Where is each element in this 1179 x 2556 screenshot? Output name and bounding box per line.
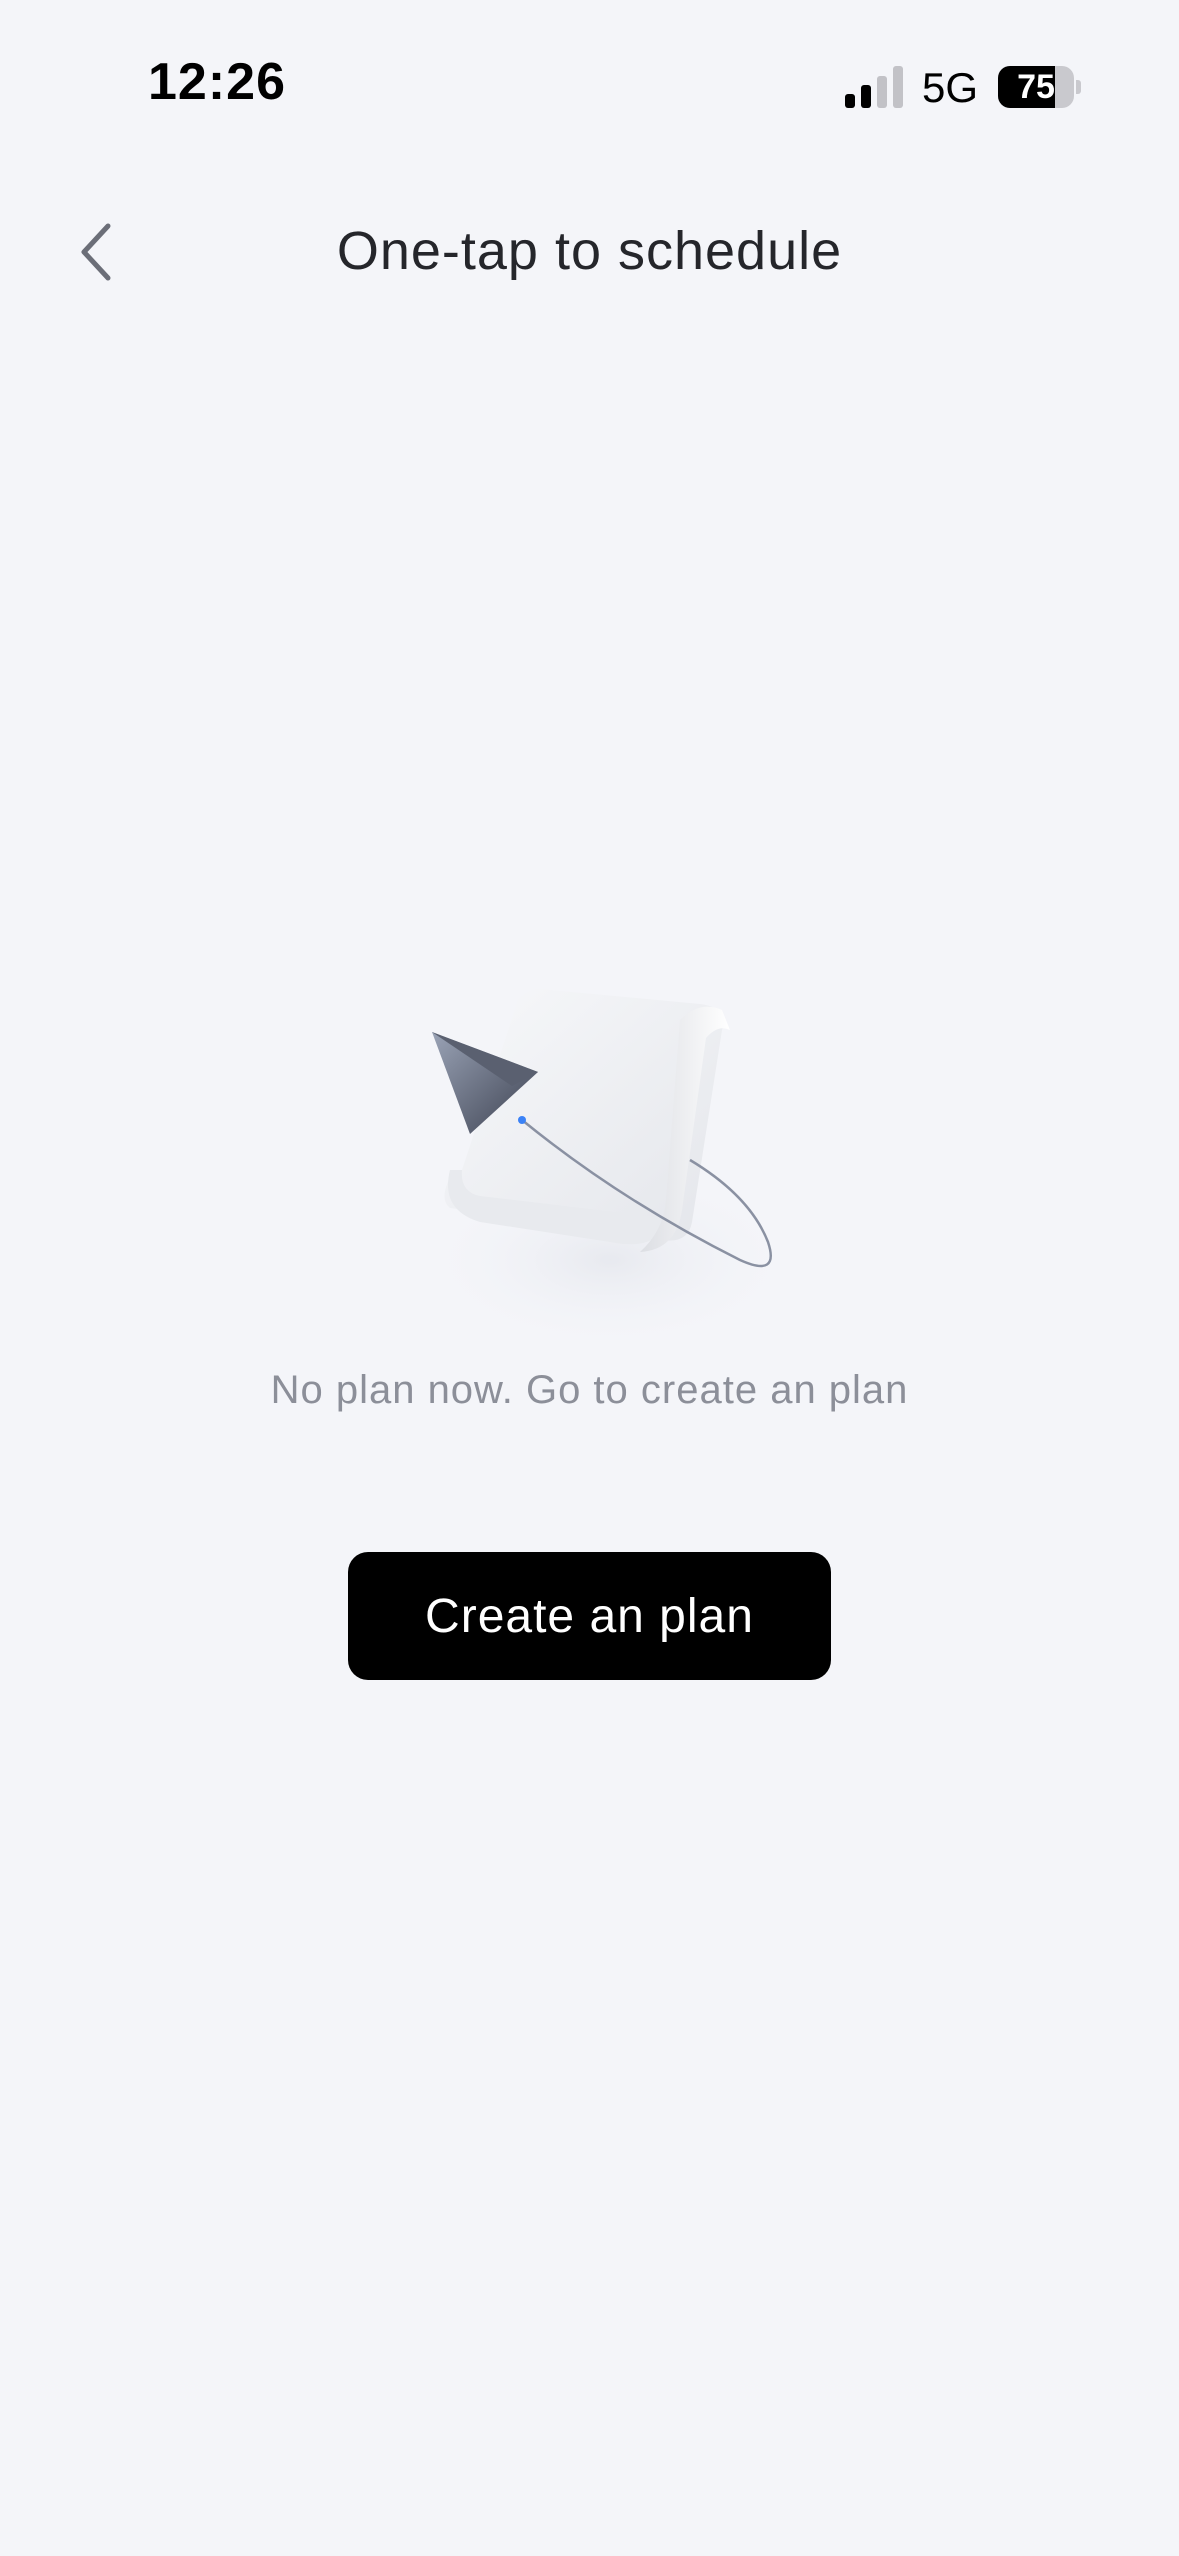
trail-dot <box>518 1116 526 1124</box>
signal-bar <box>893 66 903 108</box>
signal-icon <box>845 66 903 108</box>
signal-bar <box>845 94 855 108</box>
create-plan-button[interactable]: Create an plan <box>348 1552 831 1680</box>
empty-state-message: No plan now. Go to create an plan <box>270 1368 909 1412</box>
paper-plane-scroll-illustration <box>400 960 820 1360</box>
battery-icon: 75 <box>998 66 1081 108</box>
battery-cap <box>1076 80 1081 94</box>
status-time: 12:26 <box>148 53 286 111</box>
signal-bar <box>861 85 871 108</box>
signal-bar <box>877 76 887 108</box>
battery-level: 75 <box>1017 68 1055 106</box>
navigation-bar: One-tap to schedule <box>0 190 1179 320</box>
page-title: One-tap to schedule <box>336 221 843 281</box>
status-bar: 12:26 5G 75 <box>0 0 1179 170</box>
battery-body: 75 <box>998 66 1074 108</box>
network-type: 5G <box>922 64 979 111</box>
